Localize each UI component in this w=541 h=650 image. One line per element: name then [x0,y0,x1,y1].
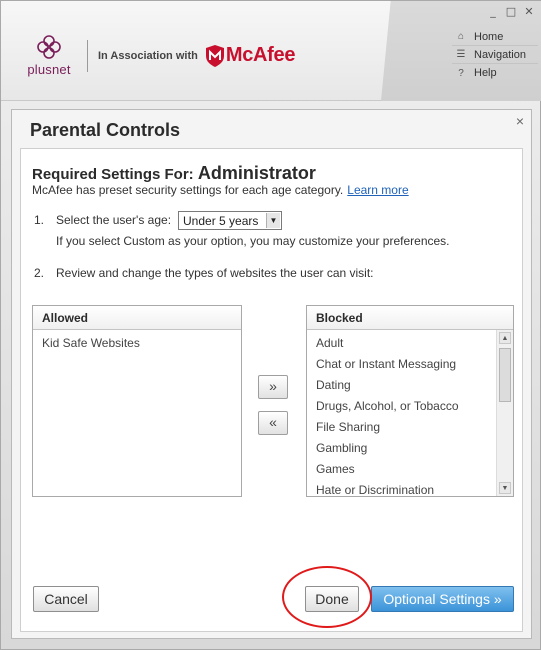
help-icon: ? [458,67,464,79]
move-left-button[interactable]: « [258,411,288,435]
description-text: McAfee has preset security settings for … [32,183,344,197]
nav-navigation[interactable]: ☰ Navigation [452,46,538,64]
step-1-hint: If you select Custom as your option, you… [56,234,450,248]
required-settings-heading: Required Settings For: Administrator [32,163,316,184]
step-1-label: Select the user's age: [56,213,172,227]
maximize-button[interactable]: □ [504,5,518,19]
age-select[interactable]: Under 5 years ▼ [178,211,282,230]
minimize-button[interactable]: _ [486,5,500,19]
header-band: plusnet In Association with McAfee ⌂ Hom… [1,1,541,101]
user-name: Administrator [197,163,316,183]
cancel-button[interactable]: Cancel [33,586,99,612]
list-item[interactable]: Chat or Instant Messaging [307,354,513,375]
learn-more-link[interactable]: Learn more [347,183,408,197]
step-2-number: 2. [34,266,45,280]
partner-name: McAfee [225,44,296,66]
close-window-button[interactable]: ✕ [522,5,536,19]
nav-help-label: Help [474,67,497,79]
blocked-header: Blocked [307,306,513,330]
brand-area: plusnet In Association with McAfee [19,34,295,77]
step-1-number: 1. [34,213,45,227]
step-2-label: Review and change the types of websites … [56,266,374,280]
allowed-header: Allowed [33,306,241,330]
scroll-down-icon[interactable]: ▼ [499,482,511,494]
parental-controls-dialog: Parental Controls × Required Settings Fo… [11,109,532,639]
list-item[interactable]: Dating [307,375,513,396]
scroll-up-icon[interactable]: ▲ [499,332,511,344]
top-nav: ⌂ Home ☰ Navigation ? Help [452,28,538,82]
plusnet-logo: plusnet [19,34,79,77]
list-item[interactable]: Drugs, Alcohol, or Tobacco [307,396,513,417]
blocked-list[interactable]: Blocked Adult Chat or Instant Messaging … [306,305,514,497]
window-controls: _ □ ✕ [486,5,536,19]
plusnet-flower-icon [37,35,61,59]
dialog-close-button[interactable]: × [516,113,524,129]
blocked-items: Adult Chat or Instant Messaging Dating D… [307,330,513,496]
brand-name: plusnet [27,62,71,77]
step-2: 2. Review and change the types of website… [34,266,374,280]
allowed-list[interactable]: Allowed Kid Safe Websites [32,305,242,497]
brand-divider [87,39,88,72]
age-select-value: Under 5 years [183,214,259,228]
description: McAfee has preset security settings for … [32,183,409,197]
nav-navigation-label: Navigation [474,48,526,61]
required-prefix: Required Settings For: [32,166,194,183]
nav-home-label: Home [474,30,504,43]
app-window: plusnet In Association with McAfee ⌂ Hom… [0,0,541,650]
move-right-button[interactable]: » [258,375,288,399]
association-text: In Association with [98,49,198,62]
mcafee-logo: McAfee [204,44,295,68]
mcafee-shield-icon [205,44,224,67]
list-item[interactable]: Games [307,459,513,480]
step-1: 1. Select the user's age: [34,213,171,227]
list-icon: ☰ [456,49,466,60]
list-item[interactable]: Gambling [307,438,513,459]
list-item[interactable]: Kid Safe Websites [33,333,241,354]
scroll-thumb[interactable] [499,348,511,402]
list-item[interactable]: Hate or Discrimination [307,480,513,496]
dialog-title: Parental Controls [30,120,181,140]
nav-home[interactable]: ⌂ Home [452,28,538,46]
dialog-content: Required Settings For: Administrator McA… [20,148,523,632]
blocked-scrollbar[interactable]: ▲ ▼ [496,330,513,496]
allowed-items: Kid Safe Websites [33,330,241,496]
optional-settings-button[interactable]: Optional Settings » [371,586,514,612]
list-item[interactable]: Adult [307,333,513,354]
nav-help[interactable]: ? Help [452,64,538,82]
chevron-down-icon: ▼ [266,213,280,228]
list-item[interactable]: File Sharing [307,417,513,438]
home-icon: ⌂ [457,31,465,42]
annotation-circle [282,566,372,628]
